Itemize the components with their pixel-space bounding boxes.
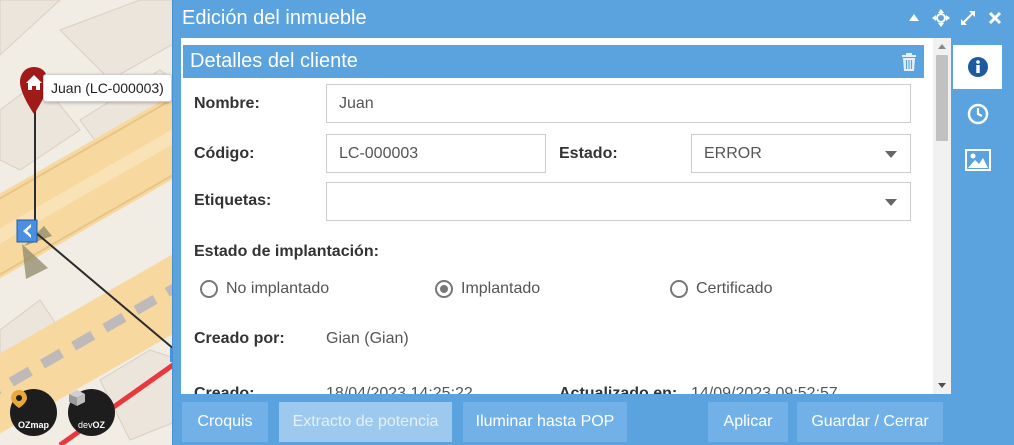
status-select[interactable]: ERROR bbox=[691, 134, 911, 173]
dialog-controls bbox=[905, 9, 1004, 27]
radio-certified[interactable]: Certificado bbox=[670, 280, 772, 298]
devoz-logo[interactable]: devOZ bbox=[68, 389, 115, 436]
devoz-prefix: dev bbox=[77, 420, 93, 430]
created-value: 18/04/2023 14:25:22 bbox=[326, 385, 473, 394]
edit-property-dialog: Edición del inmueble Detalles del client… bbox=[172, 0, 1014, 445]
collapse-icon[interactable] bbox=[905, 9, 923, 27]
tab-info[interactable] bbox=[953, 45, 1002, 89]
chevron-down-icon bbox=[885, 151, 897, 158]
dialog-header[interactable]: Edición del inmueble bbox=[173, 0, 1014, 36]
tags-select[interactable] bbox=[326, 182, 911, 221]
power-extract-button[interactable]: Extracto de potencia bbox=[279, 402, 452, 442]
ozmap-pin-icon bbox=[11, 390, 27, 408]
maximize-icon[interactable] bbox=[959, 9, 977, 27]
radio-not-deployed[interactable]: No implantado bbox=[200, 280, 329, 298]
radio-label: No implantado bbox=[226, 280, 330, 297]
radio-circle[interactable] bbox=[435, 280, 453, 298]
radio-circle[interactable] bbox=[200, 280, 218, 298]
chevron-down-icon bbox=[885, 199, 897, 206]
dialog-title: Edición del inmueble bbox=[182, 6, 367, 29]
scroll-down-icon[interactable] bbox=[938, 383, 946, 388]
deployment-status-label: Estado de implantación: bbox=[194, 243, 379, 260]
code-label: Código: bbox=[194, 145, 255, 162]
side-tab-rail bbox=[951, 38, 1014, 394]
apply-button[interactable]: Aplicar bbox=[708, 402, 788, 442]
tab-images[interactable] bbox=[953, 138, 1002, 182]
status-select-value: ERROR bbox=[704, 144, 762, 162]
ozmap-logo[interactable]: OZmap bbox=[10, 389, 57, 436]
radio-label: Certificado bbox=[696, 280, 773, 297]
updated-label: Actualizado en: bbox=[559, 385, 678, 394]
content-scrollbar[interactable] bbox=[933, 38, 951, 394]
status-label: Estado: bbox=[559, 145, 618, 162]
move-icon[interactable] bbox=[932, 9, 950, 27]
updated-value: 14/09/2023 09:52:57 bbox=[691, 385, 838, 394]
info-icon bbox=[967, 57, 988, 77]
clock-icon bbox=[967, 103, 988, 125]
created-by-value: Gian (Gian) bbox=[326, 330, 409, 347]
save-close-button[interactable]: Guardar / Cerrar bbox=[797, 402, 943, 442]
section-title: Detalles del cliente bbox=[190, 50, 358, 72]
scroll-thumb[interactable] bbox=[936, 55, 948, 141]
image-icon bbox=[964, 149, 991, 171]
pin-label: Juan (LC-000003) bbox=[43, 74, 172, 102]
tags-label: Etiquetas: bbox=[194, 192, 272, 209]
devoz-suffix: OZ bbox=[92, 420, 106, 430]
name-input[interactable] bbox=[326, 84, 911, 123]
scroll-up-icon[interactable] bbox=[938, 44, 946, 49]
box-icon bbox=[69, 390, 85, 406]
radio-circle[interactable] bbox=[670, 280, 688, 298]
client-details-header: Detalles del cliente bbox=[183, 45, 924, 78]
created-by-label: Creado por: bbox=[194, 330, 285, 347]
radio-label: Implantado bbox=[461, 280, 541, 297]
devoz-logo-text: devOZ bbox=[78, 420, 105, 430]
created-label: Creado: bbox=[194, 385, 255, 394]
tab-history[interactable] bbox=[953, 92, 1002, 136]
trash-icon[interactable] bbox=[901, 53, 917, 71]
name-label: Nombre: bbox=[194, 95, 260, 112]
ozmap-logo-text: OZmap bbox=[17, 420, 49, 430]
illuminate-to-pop-button[interactable]: Iluminar hasta POP bbox=[463, 402, 627, 442]
code-input[interactable] bbox=[326, 134, 546, 173]
sketch-button[interactable]: Croquis bbox=[182, 402, 268, 442]
radio-deployed[interactable]: Implantado bbox=[435, 280, 540, 298]
dialog-content[interactable]: Detalles del cliente Nombre: Código: Est… bbox=[181, 38, 951, 394]
close-icon[interactable] bbox=[986, 9, 1004, 27]
map-panel[interactable]: Juan (LC-000003) OZmap devOZ bbox=[0, 0, 180, 445]
